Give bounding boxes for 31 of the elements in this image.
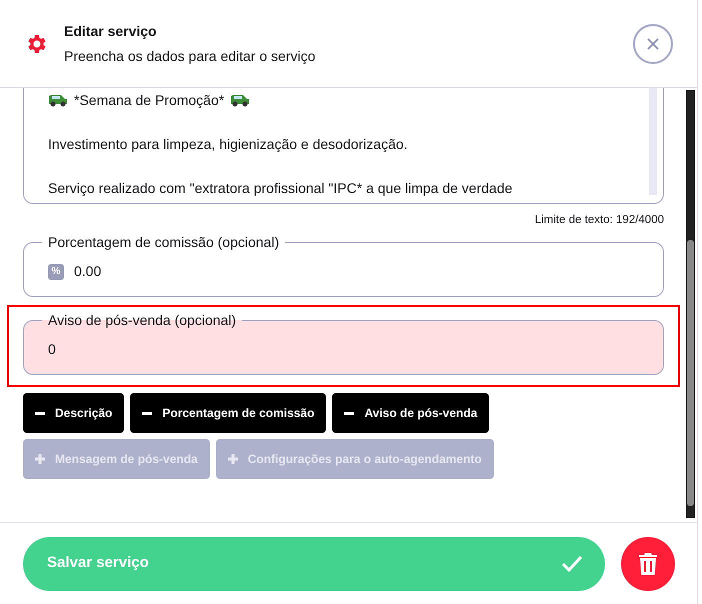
dialog-title: Editar serviço	[64, 22, 158, 41]
close-icon	[647, 38, 659, 50]
close-button[interactable]	[633, 24, 673, 64]
description-line: *Semana de Promoção*	[74, 90, 224, 110]
toggle-button[interactable]: Descrição	[23, 393, 124, 434]
plus-icon	[228, 454, 238, 464]
car-icon	[48, 93, 68, 107]
field-label: Porcentagem de comissão (opcional)	[47, 235, 280, 250]
field-value: 0	[48, 340, 56, 360]
minus-icon	[142, 412, 152, 415]
textarea-scrollbar[interactable]	[649, 88, 657, 195]
toggle-button[interactable]: Porcentagem de comissão	[130, 393, 326, 434]
percent-icon: %	[48, 264, 64, 280]
minus-icon	[35, 412, 45, 415]
field-value: 0.00	[74, 262, 102, 282]
description-textarea[interactable]: *Semana de Promoção* Investimento para limpeza, higienização e desodorização. Serviço realizado com "extratora profissional "IPC* a que limpa de verdade	[23, 88, 664, 204]
delete-button[interactable]	[621, 536, 675, 590]
dialog-subtitle: Preencha os dados para editar o serviço	[64, 46, 316, 66]
text-field[interactable]: Porcentagem de comissão (opcional) % 0.00	[23, 235, 664, 298]
text-limit-counter: Limite de texto: 192/4000	[534, 213, 664, 228]
description-line: Serviço realizado com "extratora profissional "IPC* a que limpa de verdade	[48, 178, 512, 198]
minus-icon	[344, 412, 354, 415]
scrollbar-thumb[interactable]	[687, 240, 694, 506]
description-line: Investimento para limpeza, higienização e desodorização.	[48, 134, 408, 154]
plus-icon	[35, 454, 45, 464]
check-icon	[561, 554, 583, 572]
field-label: Aviso de pós-venda (opcional)	[47, 313, 238, 328]
toggle-button[interactable]: Aviso de pós-venda	[332, 393, 490, 434]
car-icon	[230, 93, 250, 107]
trash-icon	[638, 552, 658, 574]
highlighted-field[interactable]: Aviso de pós-venda (opcional) 0	[23, 313, 664, 376]
